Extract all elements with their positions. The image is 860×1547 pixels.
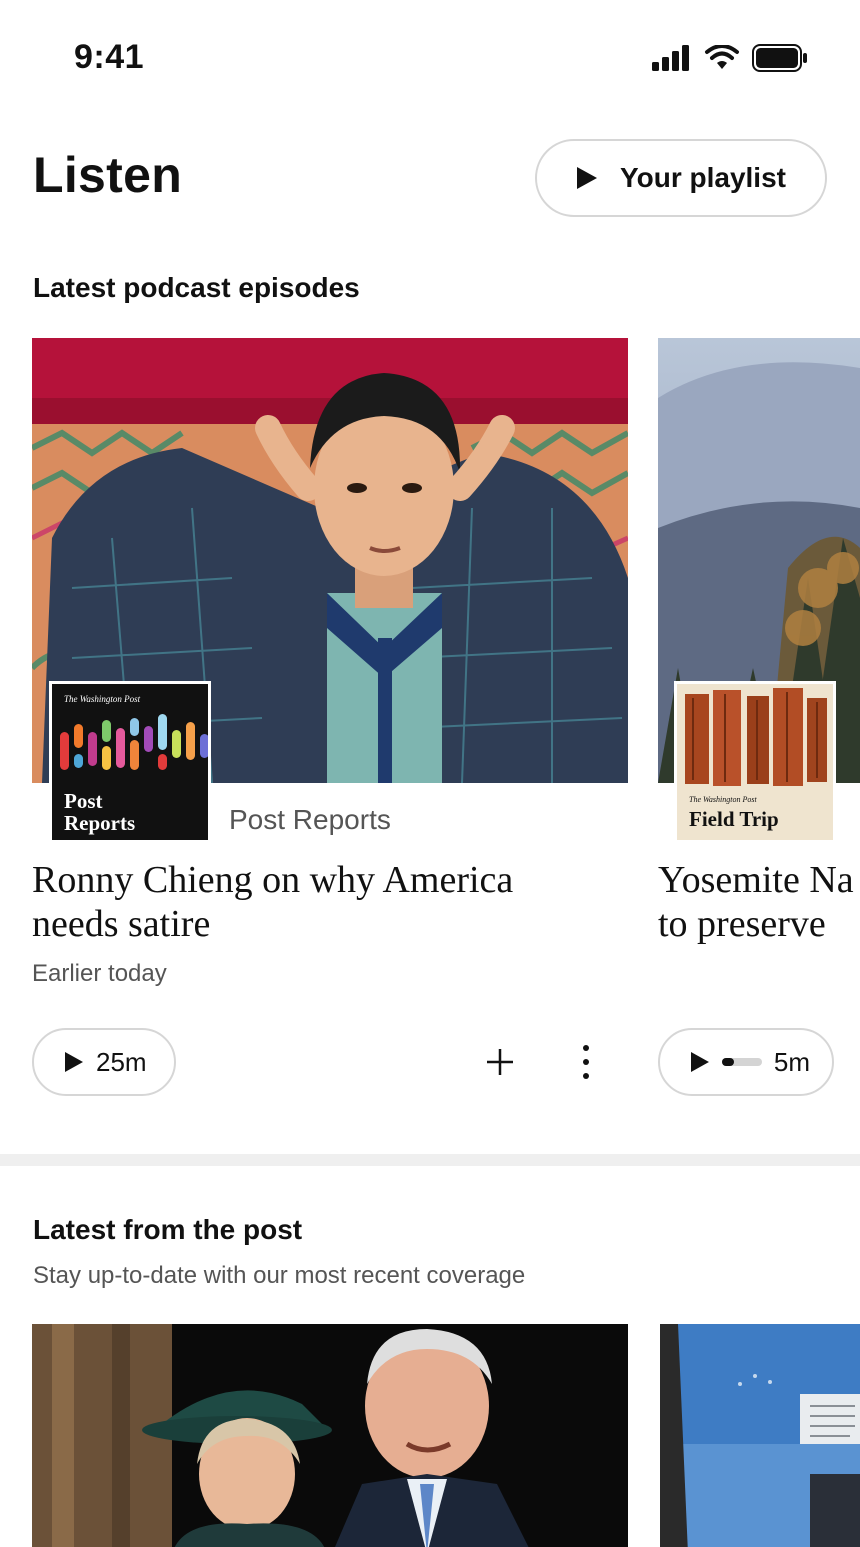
podcast-episode-card[interactable]: The Washington Post Post Reports Post Re… [32, 338, 628, 1096]
episode-title[interactable]: Yosemite Na to preserve [658, 858, 860, 946]
your-playlist-label: Your playlist [620, 162, 786, 193]
status-icons [652, 44, 808, 72]
svg-text:Reports: Reports [64, 811, 135, 835]
play-episode-button[interactable]: 25m [32, 1028, 176, 1096]
page-title: Listen [33, 147, 183, 203]
episode-duration: 25m [96, 1046, 147, 1077]
your-playlist-button[interactable]: Your playlist [535, 139, 827, 217]
play-episode-button[interactable]: 5m [658, 1028, 834, 1096]
field-trip-thumbnail: The Washington Post Field Trip [674, 681, 836, 843]
episode-progress-bar [721, 1058, 762, 1066]
add-to-playlist-icon[interactable] [484, 1046, 516, 1078]
status-bar: 9:41 [0, 0, 860, 110]
news-story-image[interactable] [32, 1324, 628, 1547]
podcast-episode-card[interactable]: The Washington Post Field Trip Yosemite … [658, 338, 860, 1096]
svg-text:The Washington Post: The Washington Post [689, 795, 757, 804]
latest-section-subtitle: Stay up-to-date with our most recent cov… [33, 1262, 526, 1289]
episode-title[interactable]: Ronny Chieng on why America needs satire [32, 858, 592, 946]
show-name[interactable]: Post Reports [229, 804, 391, 836]
thumbnail-brand: The Washington Post [64, 694, 141, 704]
episode-date: Earlier today [32, 960, 167, 987]
wifi-icon [705, 45, 739, 69]
svg-text:Post: Post [64, 789, 103, 813]
svg-text:Field Trip: Field Trip [689, 807, 779, 831]
news-story-image[interactable] [660, 1324, 860, 1547]
status-time: 9:41 [74, 38, 145, 76]
post-reports-thumbnail: The Washington Post Post Reports [49, 681, 211, 843]
battery-icon [752, 44, 807, 72]
play-icon [65, 1052, 83, 1072]
episode-duration: 5m [773, 1046, 810, 1077]
podcasts-section-title: Latest podcast episodes [33, 272, 360, 303]
section-divider [0, 1154, 860, 1166]
play-icon [577, 167, 598, 189]
cellular-signal-icon [652, 45, 689, 71]
more-options-icon[interactable] [578, 1044, 594, 1080]
episode-progress-fill [721, 1058, 734, 1066]
latest-section-title: Latest from the post [33, 1214, 303, 1245]
play-icon [690, 1052, 709, 1072]
